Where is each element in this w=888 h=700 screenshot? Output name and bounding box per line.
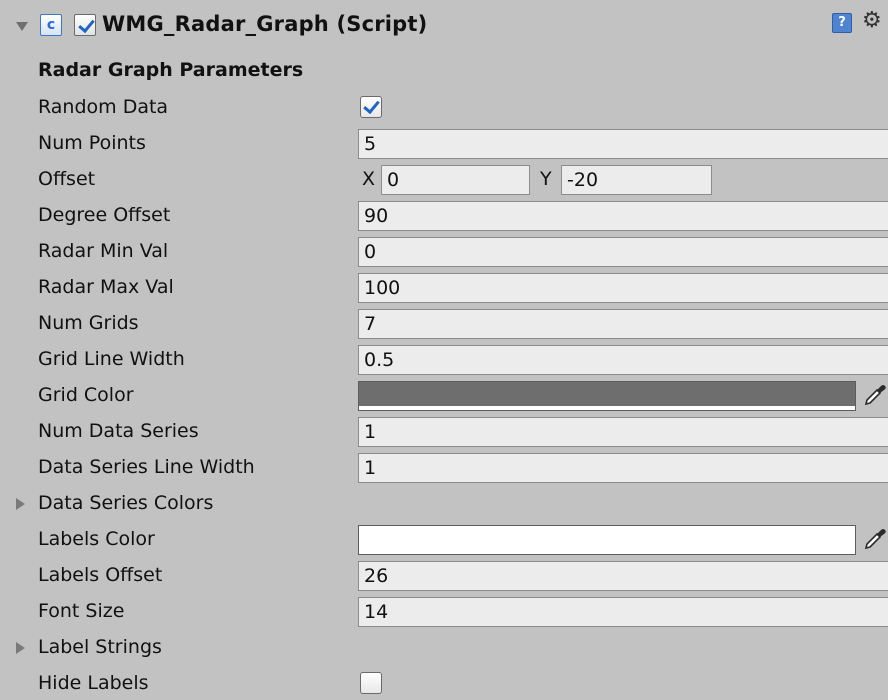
font-size-input[interactable]: 14 (358, 597, 888, 627)
num-points-label: Num Points (38, 132, 146, 154)
component-header[interactable]: c WMG_Radar_Graph (Script) ? ⚙ (0, 0, 888, 60)
component-title: WMG_Radar_Graph (Script) (102, 12, 428, 36)
check-icon (78, 15, 95, 34)
labels-color-swatch (359, 526, 855, 550)
grid-color-label: Grid Color (38, 384, 134, 406)
hide-labels-label: Hide Labels (38, 672, 149, 694)
row-degree-offset: Degree Offset 90 (0, 198, 888, 234)
component-enabled-checkbox[interactable] (74, 14, 96, 36)
row-font-size: Font Size 14 (0, 594, 888, 630)
offset-x-input[interactable]: 0 (381, 165, 530, 195)
num-points-input[interactable]: 5 (358, 129, 888, 159)
row-num-data-series: Num Data Series 1 (0, 414, 888, 450)
data-series-line-width-label: Data Series Line Width (38, 456, 255, 478)
row-offset: Offset X 0 Y -20 (0, 162, 888, 198)
row-radar-min-val: Radar Min Val 0 (0, 234, 888, 270)
foldout-arrow-icon[interactable] (16, 642, 25, 654)
labels-color-label: Labels Color (38, 528, 155, 550)
data-series-line-width-input[interactable]: 1 (358, 453, 888, 483)
row-grid-color: Grid Color (0, 378, 888, 414)
num-data-series-label: Num Data Series (38, 420, 199, 442)
labels-offset-input[interactable]: 26 (358, 561, 888, 591)
radar-max-val-label: Radar Max Val (38, 276, 174, 298)
num-grids-input[interactable]: 7 (358, 309, 888, 339)
foldout-arrow-icon[interactable] (16, 22, 28, 31)
inspector-panel: c WMG_Radar_Graph (Script) ? ⚙ Radar Gra… (0, 0, 888, 700)
eyedropper-icon[interactable] (862, 526, 888, 552)
offset-x-label: X (362, 168, 376, 190)
row-labels-color: Labels Color (0, 522, 888, 558)
hide-labels-checkbox[interactable] (360, 672, 382, 694)
gear-icon[interactable]: ⚙ (862, 10, 882, 32)
radar-min-val-label: Radar Min Val (38, 240, 169, 262)
degree-offset-label: Degree Offset (38, 204, 171, 226)
offset-y-input[interactable]: -20 (561, 165, 712, 195)
row-data-series-colors[interactable]: Data Series Colors (0, 486, 888, 522)
labels-color-field[interactable] (358, 525, 856, 555)
check-icon (363, 96, 380, 115)
num-data-series-input[interactable]: 1 (358, 417, 888, 447)
row-radar-max-val: Radar Max Val 100 (0, 270, 888, 306)
labels-color-alpha-bar (359, 550, 855, 554)
row-num-points: Num Points 5 (0, 126, 888, 162)
row-random-data: Random Data (0, 90, 888, 126)
row-num-grids: Num Grids 7 (0, 306, 888, 342)
data-series-colors-label[interactable]: Data Series Colors (38, 492, 213, 514)
row-labels-offset: Labels Offset 26 (0, 558, 888, 594)
foldout-arrow-icon[interactable] (16, 498, 25, 510)
grid-line-width-input[interactable]: 0.5 (358, 345, 888, 375)
font-size-label: Font Size (38, 600, 125, 622)
num-grids-label: Num Grids (38, 312, 139, 334)
row-hide-labels: Hide Labels (0, 666, 888, 700)
random-data-label: Random Data (38, 96, 169, 118)
row-grid-line-width: Grid Line Width 0.5 (0, 342, 888, 378)
radar-min-val-input[interactable]: 0 (358, 237, 888, 267)
row-label-strings[interactable]: Label Strings (0, 630, 888, 666)
degree-offset-input[interactable]: 90 (358, 201, 888, 231)
eyedropper-icon[interactable] (862, 382, 888, 408)
radar-max-val-input[interactable]: 100 (358, 273, 888, 303)
grid-color-field[interactable] (358, 381, 856, 411)
random-data-checkbox[interactable] (360, 96, 382, 118)
grid-line-width-label: Grid Line Width (38, 348, 185, 370)
row-data-series-line-width: Data Series Line Width 1 (0, 450, 888, 486)
section-title: Radar Graph Parameters (38, 59, 304, 81)
label-strings-label[interactable]: Label Strings (38, 636, 162, 658)
grid-color-swatch (359, 382, 855, 406)
cs-script-icon: c (40, 14, 62, 36)
grid-color-alpha-bar (359, 406, 855, 410)
offset-label: Offset (38, 168, 96, 190)
offset-y-label: Y (540, 168, 552, 190)
help-icon[interactable]: ? (832, 13, 852, 33)
labels-offset-label: Labels Offset (38, 564, 163, 586)
